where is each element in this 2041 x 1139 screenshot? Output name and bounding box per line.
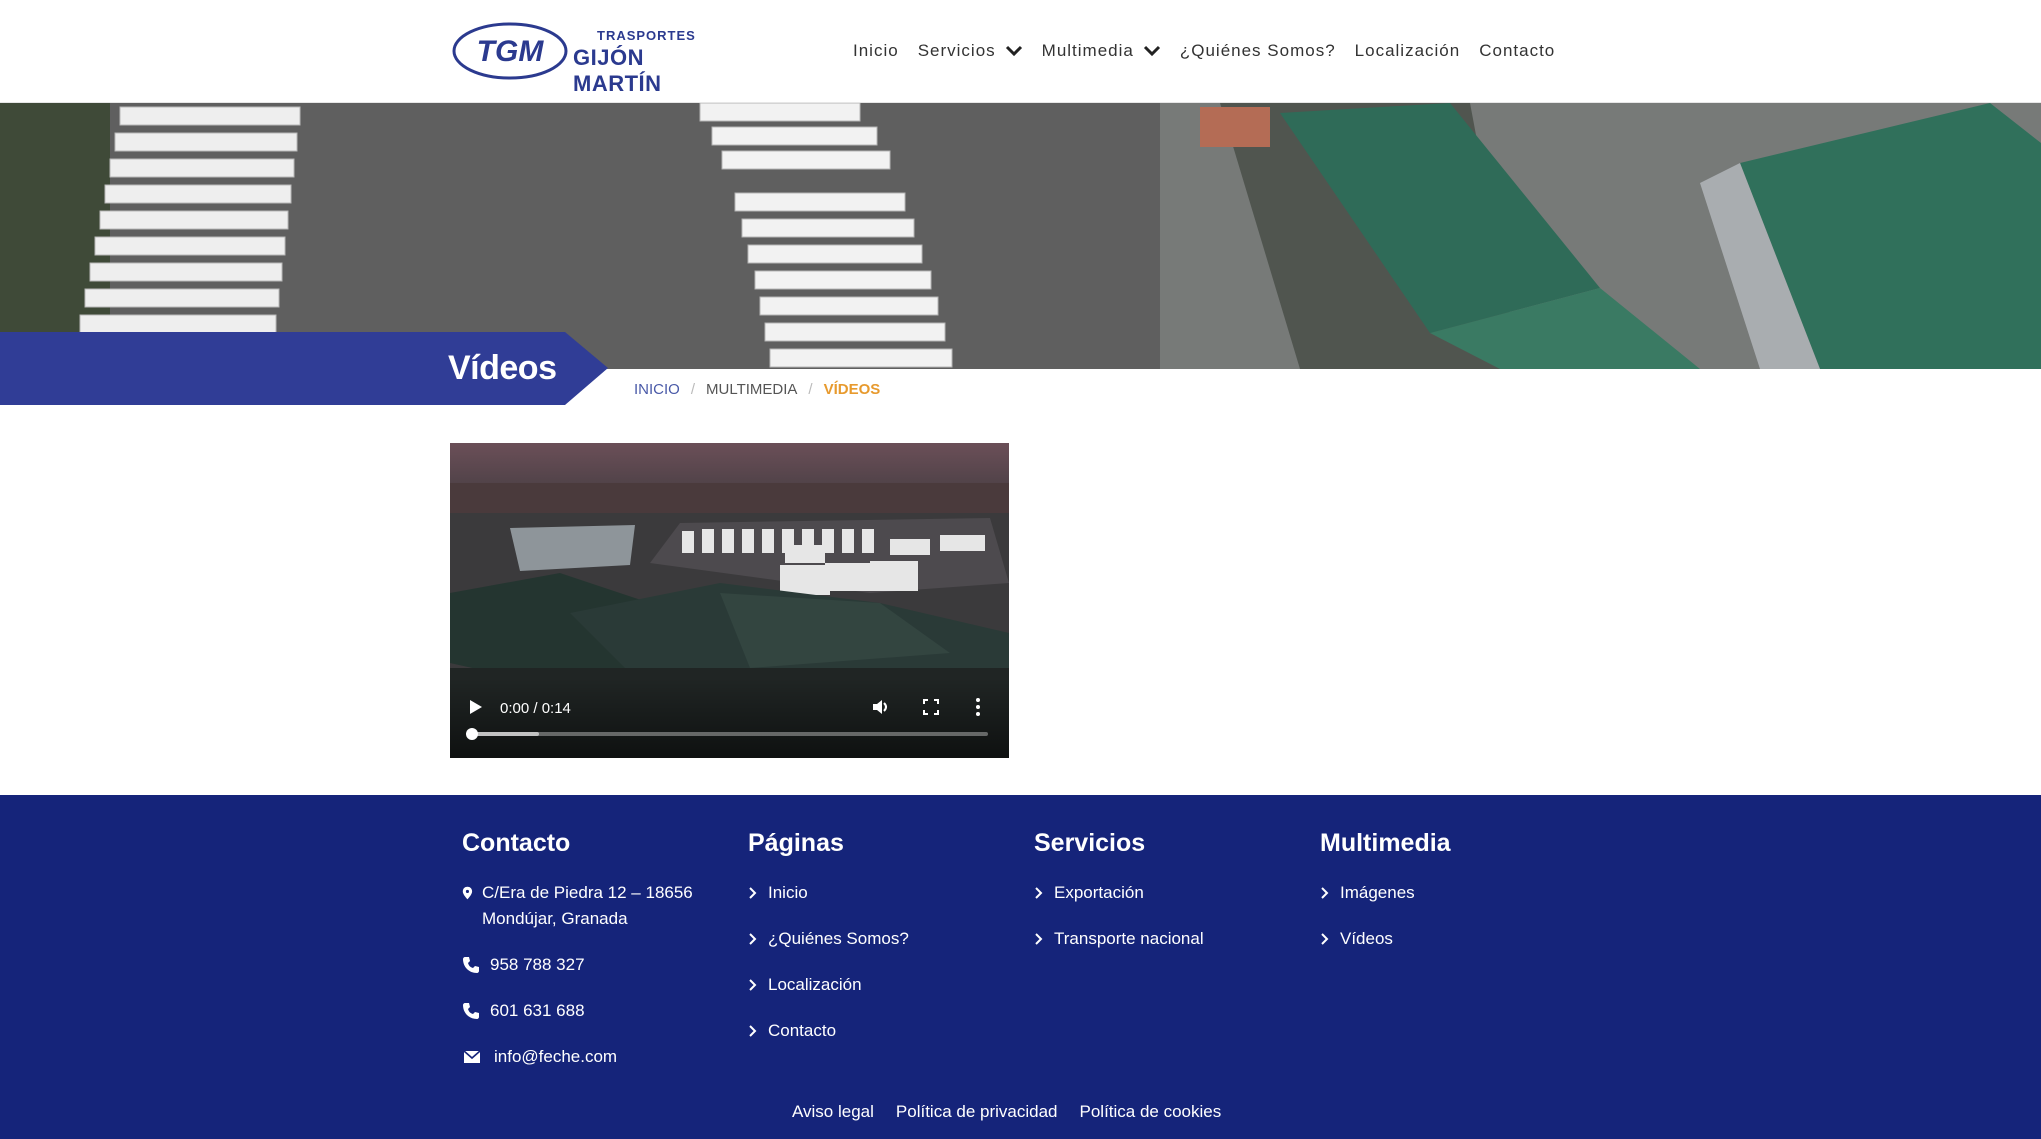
logo-mark-text: TGM	[477, 35, 545, 68]
phone-icon	[463, 1003, 479, 1019]
video-controls	[450, 678, 1009, 758]
more-options-icon[interactable]	[975, 697, 981, 717]
nav-label: Multimedia	[1041, 41, 1134, 60]
logo-name: GIJÓN MARTÍN	[573, 45, 662, 96]
footer-multimedia: Multimedia Imágenes Vídeos	[1320, 829, 1451, 972]
map-marker-icon	[462, 886, 473, 900]
nav-label: Localización	[1354, 41, 1461, 60]
footer-address: C/Era de Piedra 12 – 18656 Mondújar, Gra…	[462, 880, 732, 932]
breadcrumb-multimedia[interactable]: MULTIMEDIA	[706, 381, 797, 398]
chevron-down-icon	[1005, 45, 1022, 57]
footer-pages: Páginas Inicio ¿Quiénes Somos? Localizac…	[748, 829, 909, 1064]
footer-link-label: Contacto	[768, 1021, 837, 1040]
footer-link-imagenes[interactable]: Imágenes	[1320, 880, 1451, 906]
nav-item-servicios[interactable]: Servicios	[918, 41, 1023, 61]
chevron-right-icon	[1321, 887, 1329, 899]
chevron-right-icon	[1321, 933, 1329, 945]
fullscreen-icon[interactable]	[923, 699, 939, 715]
video-player[interactable]: 0:00 / 0:14	[450, 443, 1009, 758]
main-nav: Inicio Servicios Multimedia ¿Quiénes Som…	[853, 41, 1574, 61]
breadcrumb-separator: /	[808, 381, 813, 398]
nav-item-multimedia[interactable]: Multimedia	[1042, 41, 1161, 61]
logo-subtitle: TRASPORTES	[597, 28, 696, 43]
footer-phone-2[interactable]: 601 631 688	[462, 998, 732, 1024]
page-title: Vídeos	[448, 349, 557, 387]
footer-link-inicio[interactable]: Inicio	[748, 880, 909, 906]
footer-phone-1[interactable]: 958 788 327	[462, 952, 732, 978]
play-icon[interactable]	[468, 698, 484, 716]
chevron-right-icon	[1035, 887, 1043, 899]
phone-icon	[463, 957, 479, 973]
nav-label: ¿Quiénes Somos?	[1179, 41, 1336, 60]
envelope-icon	[463, 1050, 481, 1063]
nav-label: Inicio	[853, 41, 899, 60]
footer-heading-multimedia: Multimedia	[1320, 829, 1451, 857]
footer-link-transporte-nacional[interactable]: Transporte nacional	[1034, 926, 1204, 952]
footer-contact: Contacto C/Era de Piedra 12 – 18656 Mond…	[462, 829, 732, 1090]
footer-link-label: Localización	[768, 975, 862, 994]
footer-email[interactable]: info@feche.com	[462, 1044, 732, 1070]
logo[interactable]: TGM TRASPORTES GIJÓN MARTÍN	[451, 21, 721, 96]
nav-item-quienes-somos[interactable]: ¿Quiénes Somos?	[1180, 41, 1336, 61]
aviso-legal-link[interactable]: Aviso legal	[792, 1102, 874, 1122]
footer-link-localizacion[interactable]: Localización	[748, 972, 909, 998]
address-text: C/Era de Piedra 12 – 18656 Mondújar, Gra…	[482, 883, 693, 928]
breadcrumb-current: VÍDEOS	[823, 381, 881, 398]
video-buffer	[472, 732, 540, 736]
nav-label: Servicios	[917, 41, 996, 60]
video-scrub-handle[interactable]	[466, 728, 478, 740]
footer-link-videos[interactable]: Vídeos	[1320, 926, 1451, 952]
footer-link-label: Imágenes	[1340, 883, 1415, 902]
footer-link-label: Exportación	[1054, 883, 1144, 902]
footer-heading-contacto: Contacto	[462, 829, 571, 857]
footer-link-contacto[interactable]: Contacto	[748, 1018, 909, 1044]
site-header: TGM TRASPORTES GIJÓN MARTÍN Inicio Servi…	[0, 0, 2041, 103]
phone-text: 958 788 327	[490, 955, 585, 974]
nav-item-inicio[interactable]: Inicio	[853, 41, 899, 61]
chevron-right-icon	[749, 933, 757, 945]
footer-heading-servicios: Servicios	[1034, 829, 1146, 857]
chevron-right-icon	[1035, 933, 1043, 945]
phone-text: 601 631 688	[490, 1001, 585, 1020]
footer-legal-links: Aviso legal Política de privacidad Polít…	[792, 1102, 1243, 1122]
footer-link-label: Transporte nacional	[1054, 929, 1204, 948]
footer-link-label: ¿Quiénes Somos?	[768, 929, 909, 948]
chevron-down-icon	[1143, 45, 1160, 57]
video-progress-bar[interactable]	[466, 728, 988, 740]
chevron-right-icon	[749, 887, 757, 899]
footer-link-quienes-somos[interactable]: ¿Quiénes Somos?	[748, 926, 909, 952]
footer-heading-paginas: Páginas	[748, 829, 844, 857]
email-text: info@feche.com	[494, 1047, 618, 1066]
cookie-policy-link[interactable]: Política de cookies	[1080, 1102, 1222, 1122]
footer-services: Servicios Exportación Transporte naciona…	[1034, 829, 1204, 972]
volume-icon[interactable]	[871, 697, 891, 717]
chevron-right-icon	[749, 1025, 757, 1037]
nav-item-contacto[interactable]: Contacto	[1479, 41, 1555, 61]
footer-link-exportacion[interactable]: Exportación	[1034, 880, 1204, 906]
footer-link-label: Inicio	[768, 883, 808, 902]
privacy-policy-link[interactable]: Política de privacidad	[896, 1102, 1058, 1122]
nav-item-localizacion[interactable]: Localización	[1355, 41, 1461, 61]
nav-label: Contacto	[1479, 41, 1556, 60]
site-footer: Contacto C/Era de Piedra 12 – 18656 Mond…	[0, 795, 2041, 1139]
breadcrumb-inicio[interactable]: INICIO	[634, 381, 680, 398]
video-time: 0:00 / 0:14	[500, 700, 571, 717]
breadcrumb: INICIO / MULTIMEDIA / VÍDEOS	[634, 381, 880, 398]
footer-link-label: Vídeos	[1340, 929, 1393, 948]
logo-mark: TGM	[452, 22, 568, 80]
chevron-right-icon	[749, 979, 757, 991]
hero-banner-image	[0, 103, 2041, 369]
breadcrumb-separator: /	[690, 381, 696, 398]
